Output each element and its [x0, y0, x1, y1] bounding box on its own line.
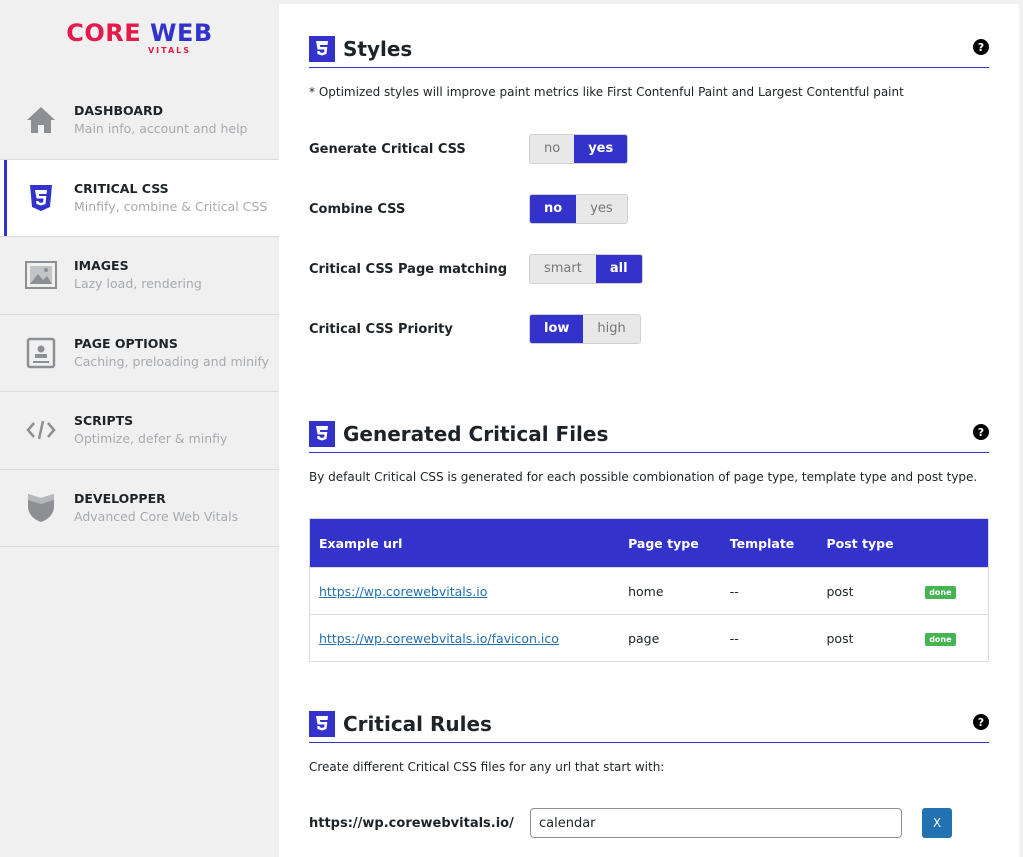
shield-icon [24, 491, 58, 525]
logo-core: CORE [66, 19, 142, 47]
logo-text: CORE WEB [66, 20, 212, 46]
sidebar-item-subtitle: Minfify, combine & Critical CSS [74, 198, 268, 214]
toggle-low[interactable]: low [530, 315, 584, 343]
option-priority: Critical CSS Priority low high [309, 314, 989, 344]
files-section: Generated Critical Files ? By default Cr… [309, 415, 989, 662]
sidebar-item-title: DEVELOPPER [74, 490, 166, 506]
option-label: Generate Critical CSS [309, 141, 466, 157]
column-header-page-type: Page type [628, 535, 699, 551]
section-title: Generated Critical Files [343, 421, 609, 446]
option-combine-css: Combine CSS no yes [309, 194, 989, 224]
column-header-post-type: Post type [826, 535, 894, 551]
toggle-page-matching: smart all [529, 254, 643, 284]
post-type-cell: post [826, 583, 854, 599]
remove-rule-button[interactable]: X [922, 808, 952, 838]
sidebar: CORE WEB VITALS DASHBOARD Main info, acc… [0, 0, 279, 857]
critical-files-table: Example url Page type Template Post type… [309, 518, 989, 662]
css3-icon [309, 35, 335, 62]
table-row: https://wp.corewebvitals.io/favicon.ico … [310, 614, 988, 661]
post-type-cell: post [826, 630, 854, 646]
section-header: Critical Rules ? [309, 705, 989, 743]
option-label: Critical CSS Priority [309, 321, 453, 337]
toggle-yes[interactable]: yes [576, 195, 627, 223]
option-generate-critical-css: Generate Critical CSS no yes [309, 134, 989, 164]
sidebar-item-subtitle: Caching, preloading and minify [74, 353, 270, 369]
help-icon[interactable]: ? [973, 39, 989, 55]
sidebar-item-scripts[interactable]: SCRIPTS Optimize, defer & minfiy [0, 392, 279, 470]
toggle-no[interactable]: no [530, 195, 577, 223]
sidebar-item-title: PAGE OPTIONS [74, 335, 178, 351]
toggle-combine-css: no yes [529, 194, 628, 224]
sidebar-item-subtitle: Optimize, defer & minfiy [74, 431, 228, 447]
template-cell: -- [729, 583, 739, 599]
toggle-yes[interactable]: yes [574, 135, 628, 163]
home-icon [24, 103, 58, 137]
section-description: * Optimized styles will improve paint me… [309, 85, 904, 99]
css3-icon [309, 420, 335, 447]
status-badge: done [925, 633, 956, 646]
logo[interactable]: CORE WEB VITALS [0, 0, 279, 82]
image-icon [24, 258, 58, 292]
toggle-no[interactable]: no [530, 135, 575, 163]
sidebar-item-subtitle: Lazy load, rendering [74, 276, 202, 292]
logo-web: WEB [150, 19, 213, 47]
table-row: https://wp.corewebvitals.io home -- post… [310, 567, 988, 614]
sidebar-item-subtitle: Advanced Core Web Vitals [74, 508, 239, 524]
toggle-generate-critical-css: no yes [529, 134, 629, 164]
template-cell: -- [729, 630, 739, 646]
code-icon [24, 413, 58, 447]
logo-sub: VITALS [147, 46, 192, 55]
sidebar-item-developper[interactable]: DEVELOPPER Advanced Core Web Vitals [0, 470, 279, 547]
example-url-link[interactable]: https://wp.corewebvitals.io/favicon.ico [319, 631, 559, 646]
option-label: Combine CSS [309, 201, 406, 217]
sidebar-item-critical-css[interactable]: CRITICAL CSS Minfify, combine & Critical… [0, 159, 279, 237]
option-label: Critical CSS Page matching [309, 261, 508, 277]
toggle-high[interactable]: high [583, 315, 640, 343]
css3-icon [24, 181, 58, 215]
css3-icon [309, 710, 335, 737]
rule-path-input[interactable] [530, 808, 902, 838]
option-page-matching: Critical CSS Page matching smart all [309, 254, 989, 284]
sidebar-item-title: DASHBOARD [74, 103, 164, 119]
help-icon[interactable]: ? [973, 424, 989, 440]
page-type-cell: page [628, 630, 660, 646]
sidebar-item-title: IMAGES [74, 258, 129, 274]
toggle-all[interactable]: all [595, 255, 642, 283]
rule-row: https://wp.corewebvitals.io/ X [309, 808, 989, 838]
page-type-cell: home [628, 583, 664, 599]
sidebar-item-images[interactable]: IMAGES Lazy load, rendering [0, 237, 279, 315]
main-content: Styles ? * Optimized styles will improve… [279, 4, 1019, 857]
section-header: Generated Critical Files ? [309, 415, 989, 453]
help-icon[interactable]: ? [973, 714, 989, 730]
section-title: Styles [343, 36, 413, 61]
page-icon [24, 336, 58, 370]
rule-url-prefix: https://wp.corewebvitals.io/ [309, 815, 514, 831]
sidebar-item-dashboard[interactable]: DASHBOARD Main info, account and help [0, 82, 279, 160]
sidebar-item-subtitle: Main info, account and help [74, 121, 248, 137]
sidebar-item-title: SCRIPTS [74, 413, 134, 429]
toggle-priority: low high [529, 314, 641, 344]
section-title: Critical Rules [343, 711, 492, 736]
rules-section: Critical Rules ? Create different Critic… [309, 705, 989, 857]
column-header-url: Example url [319, 535, 403, 551]
status-badge: done [925, 586, 956, 599]
toggle-smart[interactable]: smart [530, 255, 596, 283]
example-url-link[interactable]: https://wp.corewebvitals.io [319, 584, 487, 599]
sidebar-item-title: CRITICAL CSS [74, 180, 169, 196]
section-description: Create different Critical CSS files for … [309, 760, 665, 774]
sidebar-item-page-options[interactable]: PAGE OPTIONS Caching, preloading and min… [0, 315, 279, 392]
styles-section: Styles ? * Optimized styles will improve… [309, 30, 989, 350]
column-header-template: Template [729, 535, 795, 551]
section-description: By default Critical CSS is generated for… [309, 470, 978, 484]
section-header: Styles ? [309, 30, 989, 68]
table-header: Example url Page type Template Post type [310, 519, 988, 567]
